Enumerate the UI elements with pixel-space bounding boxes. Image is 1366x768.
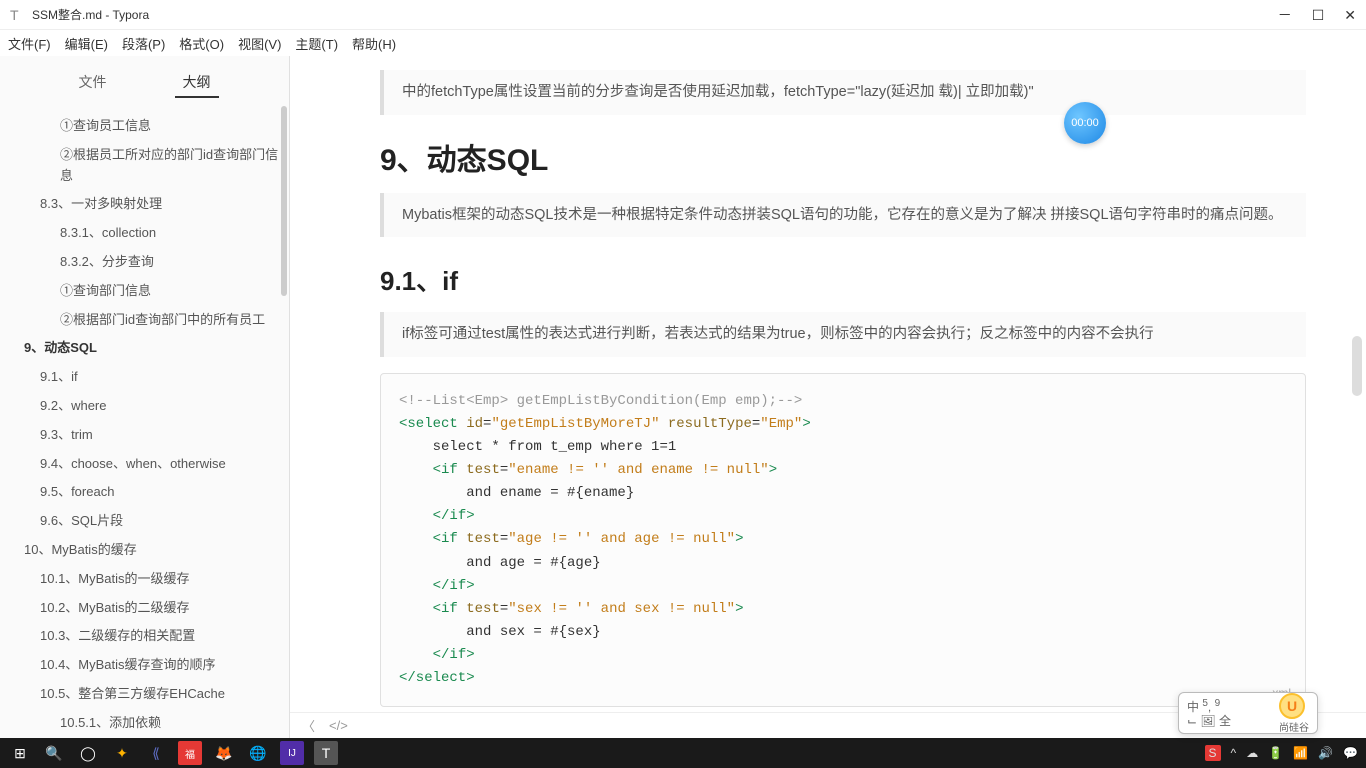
cortana-icon[interactable]: ◯ xyxy=(76,741,100,765)
outline-item[interactable]: 10.2、MyBatis的二级缓存 xyxy=(12,594,289,623)
maximize-button[interactable]: ☐ xyxy=(1312,8,1325,22)
app-icon-1[interactable]: ✦ xyxy=(110,741,134,765)
menu-help[interactable]: 帮助(H) xyxy=(352,34,396,53)
outline-item[interactable]: 10、MyBatis的缓存 xyxy=(12,536,289,565)
outline-item[interactable]: 9.3、trim xyxy=(12,421,289,450)
start-icon[interactable]: ⊞ xyxy=(8,741,32,765)
outline-item[interactable]: 10.5、整合第三方缓存EHCache xyxy=(12,680,289,709)
blockquote-intro: Mybatis框架的动态SQL技术是一种根据特定条件动态拼装SQL语句的功能，它… xyxy=(380,193,1306,238)
app-icon-3[interactable]: 福 xyxy=(178,741,202,765)
menu-view[interactable]: 视图(V) xyxy=(238,34,281,53)
volume-icon[interactable]: 🔊 xyxy=(1318,746,1333,760)
cloud-icon[interactable]: ☁ xyxy=(1246,746,1258,760)
heading-9-1: 9.1、if xyxy=(380,261,1306,298)
content-scrollbar[interactable] xyxy=(1352,336,1362,396)
outline-item[interactable]: 10.1、MyBatis的一级缓存 xyxy=(12,565,289,594)
notification-icon[interactable]: 💬 xyxy=(1343,746,1358,760)
firefox-icon[interactable]: 🦊 xyxy=(212,741,236,765)
battery-icon[interactable]: 🔋 xyxy=(1268,746,1283,760)
code-block-xml[interactable]: <!--List<Emp> getEmpListByCondition(Emp … xyxy=(380,373,1306,707)
tab-outline[interactable]: 大纲 xyxy=(175,68,219,98)
timer-badge[interactable]: 00:00 xyxy=(1064,102,1106,144)
titlebar: T SSM整合.md - Typora － ☐ ✕ xyxy=(0,0,1366,30)
outline-item[interactable]: 9.2、where xyxy=(12,392,289,421)
search-icon[interactable]: 🔍 xyxy=(42,741,66,765)
tray-app-icon[interactable]: S xyxy=(1205,745,1221,761)
ide-icon[interactable]: IJ xyxy=(280,741,304,765)
outline-item[interactable]: ①查询部门信息 xyxy=(12,277,289,306)
taskbar: ⊞ 🔍 ◯ ✦ ⟪ 福 🦊 🌐 IJ T S ^ ☁ 🔋 📶 🔊 💬 xyxy=(0,738,1366,768)
outline-item[interactable]: 9.1、if xyxy=(12,363,289,392)
outline-item[interactable]: ②根据员工所对应的部门id查询部门信息 xyxy=(12,141,289,191)
system-tray[interactable]: S ^ ☁ 🔋 📶 🔊 💬 xyxy=(1205,745,1358,761)
outline-item[interactable]: 10.4、MyBatis缓存查询的顺序 xyxy=(12,651,289,680)
blockquote-if: if标签可通过test属性的表达式进行判断，若表达式的结果为true，则标签中的… xyxy=(380,312,1306,357)
app-icon-2[interactable]: ⟪ xyxy=(144,741,168,765)
outline-item[interactable]: 10.5.1、添加依赖 xyxy=(12,709,289,738)
app-icon: T xyxy=(10,7,26,23)
outline-item[interactable]: 9.5、foreach xyxy=(12,478,289,507)
scrollbar-thumb[interactable] xyxy=(281,106,287,296)
outline-item[interactable]: 8.3.1、collection xyxy=(12,219,289,248)
typora-icon[interactable]: T xyxy=(314,741,338,765)
ime-panel[interactable]: 中 5, 9 ⌙ 🖼 全 U 尚硅谷 xyxy=(1178,692,1318,734)
back-icon[interactable]: 〈 xyxy=(302,716,315,735)
window-controls: － ☐ ✕ xyxy=(1278,8,1356,22)
menu-edit[interactable]: 编辑(E) xyxy=(65,34,108,53)
outline-list[interactable]: ①查询员工信息②根据员工所对应的部门id查询部门信息8.3、一对多映射处理8.3… xyxy=(0,106,289,738)
brand-icon: U xyxy=(1279,693,1305,719)
menu-theme[interactable]: 主题(T) xyxy=(295,34,338,53)
menu-format[interactable]: 格式(O) xyxy=(179,34,224,53)
prev-blockquote: 中的fetchType属性设置当前的分步查询是否使用延迟加载，fetchType… xyxy=(380,70,1306,115)
outline-item[interactable]: ①查询员工信息 xyxy=(12,112,289,141)
sidebar: 文件 大纲 ①查询员工信息②根据员工所对应的部门id查询部门信息8.3、一对多映… xyxy=(0,56,290,738)
heading-9: 9、动态SQL xyxy=(380,135,1306,179)
outline-item[interactable]: 9、动态SQL xyxy=(12,334,289,363)
menu-paragraph[interactable]: 段落(P) xyxy=(122,34,165,53)
minimize-button[interactable]: － xyxy=(1278,8,1292,22)
outline-item[interactable]: 9.4、choose、when、otherwise xyxy=(12,450,289,479)
source-mode-icon[interactable]: </> xyxy=(329,718,348,733)
outline-item[interactable]: 8.3、一对多映射处理 xyxy=(12,190,289,219)
chrome-icon[interactable]: 🌐 xyxy=(246,741,270,765)
menu-file[interactable]: 文件(F) xyxy=(8,34,51,53)
outline-item[interactable]: ②根据部门id查询部门中的所有员工 xyxy=(12,306,289,335)
outline-item[interactable]: 9.6、SQL片段 xyxy=(12,507,289,536)
outline-item[interactable]: 8.3.2、分步查询 xyxy=(12,248,289,277)
close-button[interactable]: ✕ xyxy=(1344,8,1356,22)
outline-item[interactable]: 10.3、二级缓存的相关配置 xyxy=(12,622,289,651)
menubar: 文件(F) 编辑(E) 段落(P) 格式(O) 视图(V) 主题(T) 帮助(H… xyxy=(0,30,1366,56)
window-title: SSM整合.md - Typora xyxy=(32,6,1278,23)
brand-text: 尚硅谷 xyxy=(1279,719,1309,734)
editor-content[interactable]: 00:00 中的fetchType属性设置当前的分步查询是否使用延迟加载，fet… xyxy=(290,56,1366,712)
tray-up-icon[interactable]: ^ xyxy=(1231,746,1237,760)
wifi-icon[interactable]: 📶 xyxy=(1293,746,1308,760)
tab-file[interactable]: 文件 xyxy=(71,68,115,98)
